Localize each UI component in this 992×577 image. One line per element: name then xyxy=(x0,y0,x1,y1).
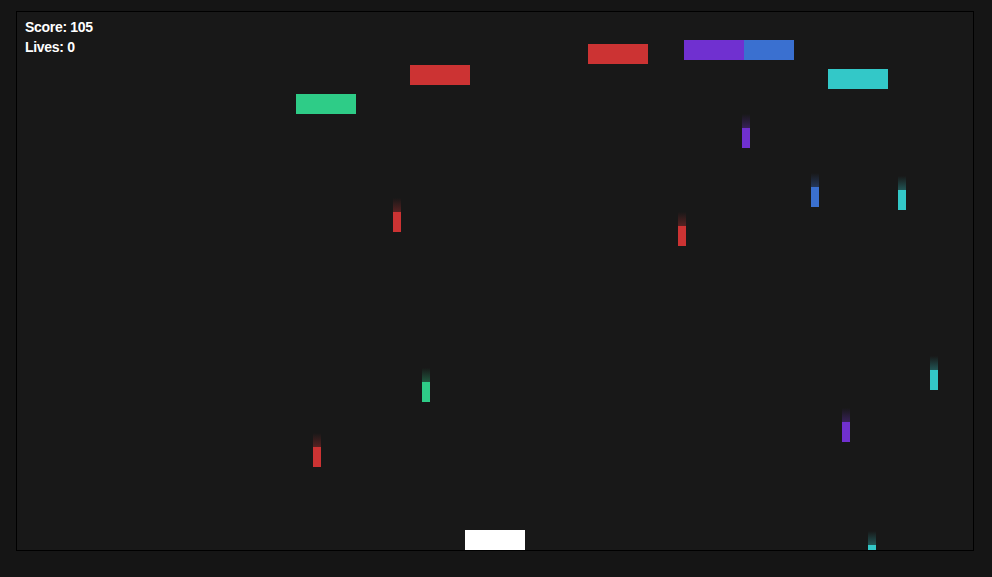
player-paddle[interactable] xyxy=(465,530,525,550)
enemy-block xyxy=(296,94,356,114)
enemy-bullet xyxy=(930,370,938,390)
enemy-bullet xyxy=(422,382,430,402)
enemy-block xyxy=(828,69,888,89)
enemy-bullet xyxy=(313,447,321,467)
enemy-bullet xyxy=(742,128,750,148)
game-page: Score: 105Lives: 0 xyxy=(0,0,992,577)
enemy-bullet xyxy=(842,422,850,442)
enemy-bullet xyxy=(678,226,686,246)
enemy-bullet xyxy=(811,187,819,207)
enemy-block xyxy=(410,65,470,85)
enemy-block xyxy=(684,40,744,60)
score-label: Score: 105 xyxy=(25,17,93,37)
enemy-bullet xyxy=(393,212,401,232)
enemy-block xyxy=(588,44,648,64)
lives-label: Lives: 0 xyxy=(25,37,93,57)
hud: Score: 105Lives: 0 xyxy=(25,17,93,57)
game-board[interactable]: Score: 105Lives: 0 xyxy=(16,11,974,551)
enemy-bullet xyxy=(898,190,906,210)
enemy-bullet xyxy=(868,545,876,551)
